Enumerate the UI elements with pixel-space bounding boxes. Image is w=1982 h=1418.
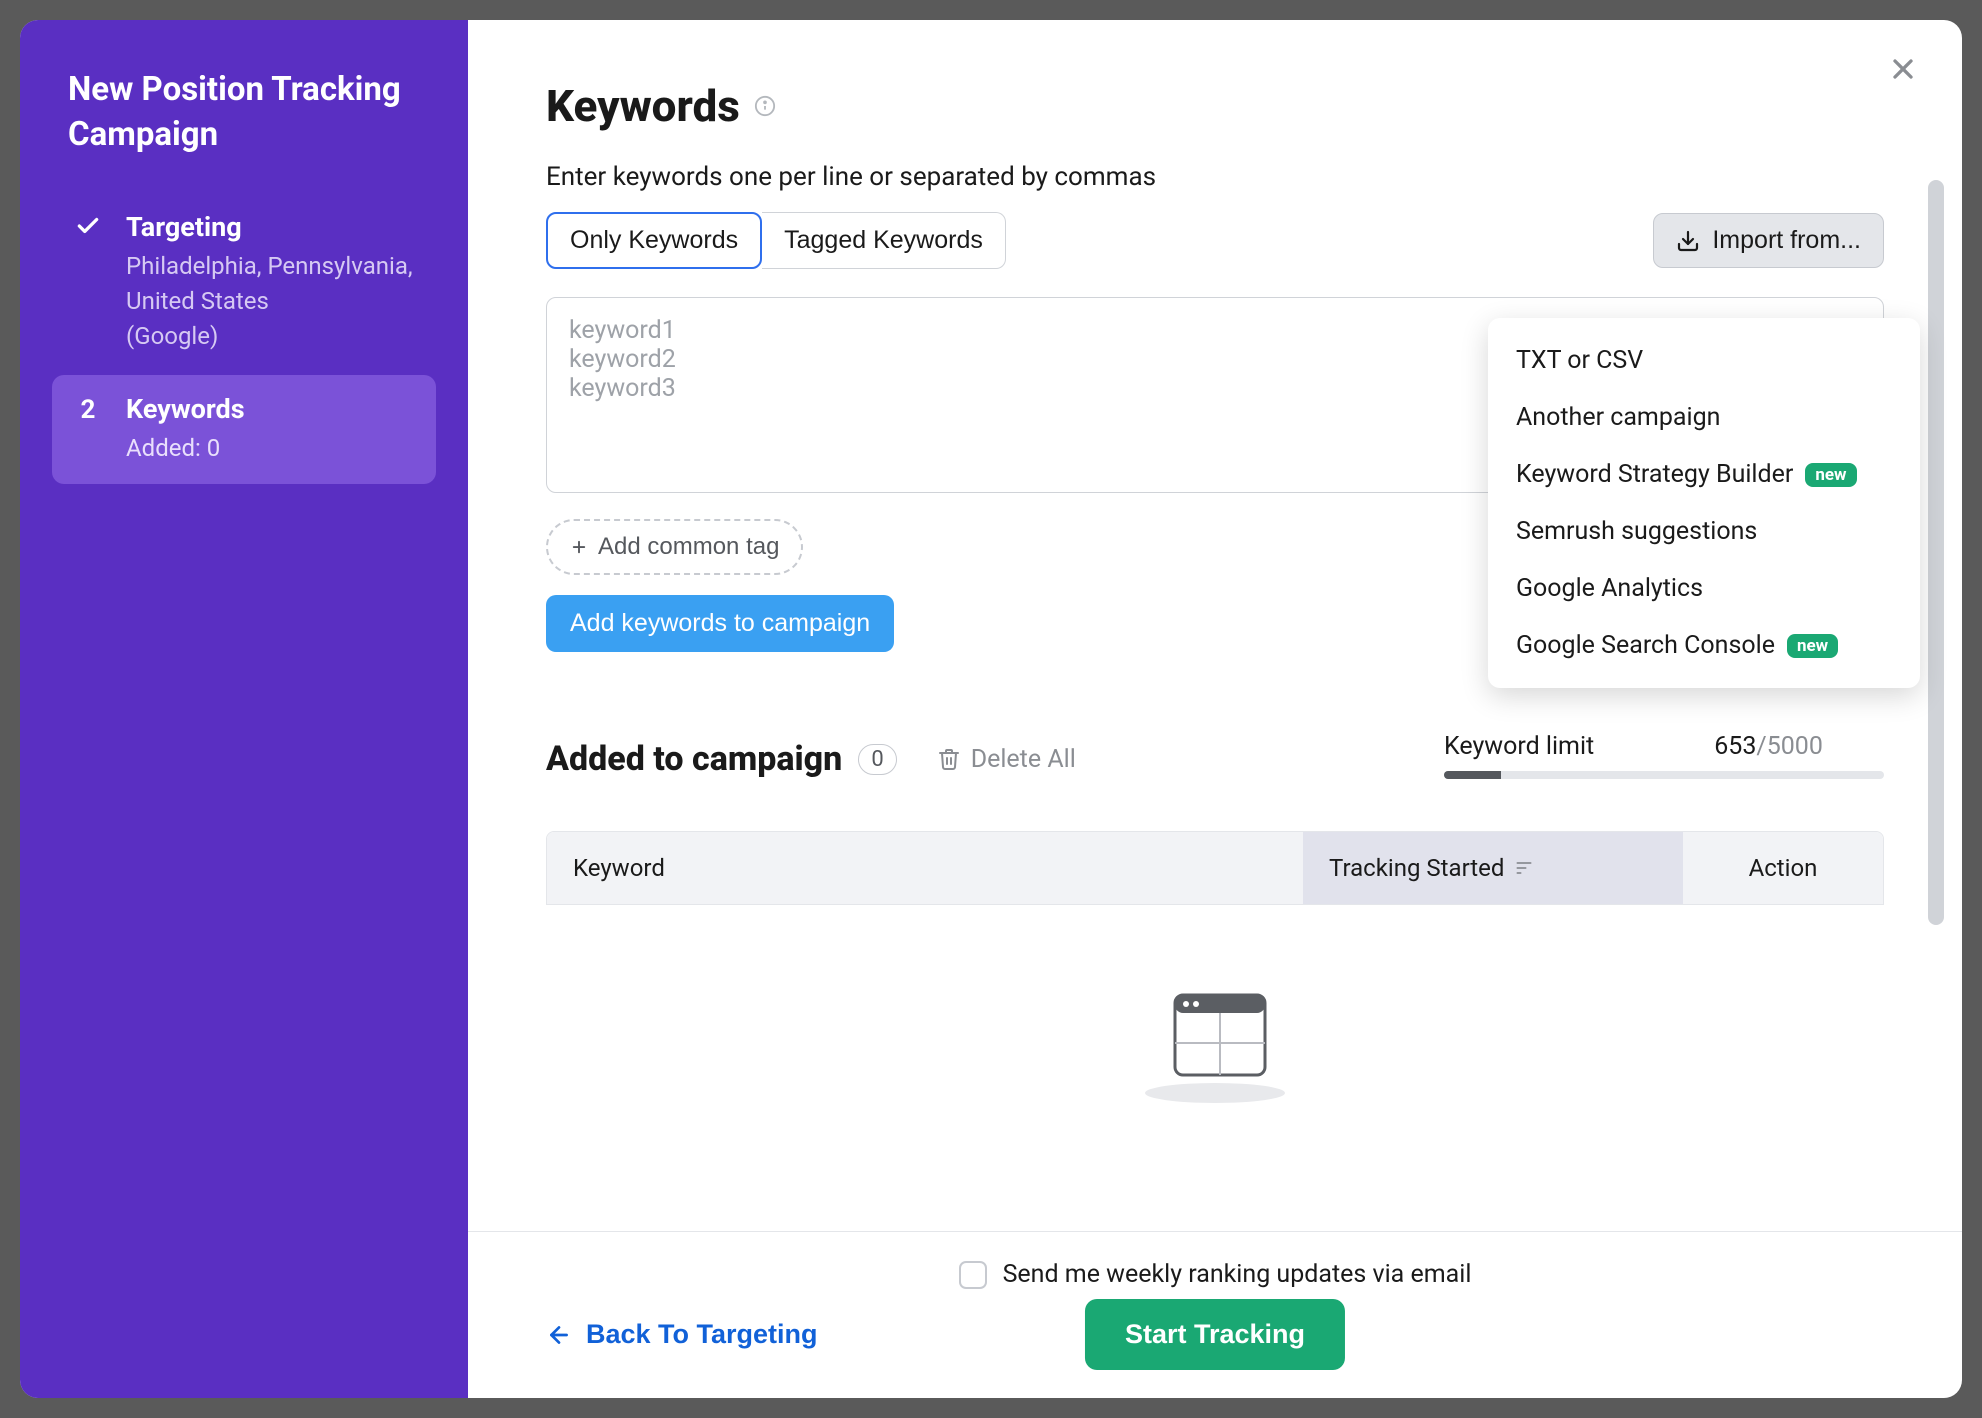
import-strategy-builder[interactable]: Keyword Strategy Builder new (1488, 446, 1920, 503)
import-semrush[interactable]: Semrush suggestions (1488, 503, 1920, 560)
import-dropdown: TXT or CSV Another campaign Keyword Stra… (1488, 318, 1920, 688)
page-title-text: Keywords (546, 80, 740, 132)
footer: Send me weekly ranking updates via email… (468, 1231, 1962, 1398)
step-targeting-location: Philadelphia, Pennsylvania, United State… (126, 249, 416, 319)
delete-all-label: Delete All (971, 745, 1076, 774)
import-label: Import from... (1712, 226, 1861, 255)
page-title: Keywords (546, 80, 1884, 132)
download-icon (1676, 229, 1700, 253)
added-section-title: Added to campaign (546, 739, 842, 779)
add-common-tag-button[interactable]: Add common tag (546, 519, 803, 575)
step-number: 2 (72, 395, 104, 425)
keyword-mode-toggle: Only Keywords Tagged Keywords (546, 212, 1006, 269)
arrow-left-icon (546, 1322, 572, 1348)
col-tracking-started[interactable]: Tracking Started (1303, 832, 1683, 904)
import-from-button[interactable]: Import from... (1653, 213, 1884, 268)
weekly-email-label: Send me weekly ranking updates via email (1003, 1260, 1472, 1289)
step-keywords-label: Keywords (126, 393, 416, 425)
step-keywords-added: Added: 0 (126, 431, 416, 466)
table-header: Keyword Tracking Started Action (547, 832, 1883, 904)
delete-all-button[interactable]: Delete All (937, 745, 1076, 774)
scrollbar[interactable] (1928, 180, 1944, 940)
keywords-table: Keyword Tracking Started Action (546, 831, 1884, 905)
campaign-modal: New Position Tracking Campaign Targeting… (20, 20, 1962, 1398)
added-count: 0 (858, 744, 896, 775)
trash-icon (937, 747, 961, 771)
info-icon[interactable] (754, 95, 776, 117)
sort-icon (1514, 858, 1534, 878)
subtitle: Enter keywords one per line or separated… (546, 162, 1884, 192)
wizard-sidebar: New Position Tracking Campaign Targeting… (20, 20, 468, 1398)
col-keyword[interactable]: Keyword (547, 832, 1303, 904)
import-google-analytics[interactable]: Google Analytics (1488, 560, 1920, 617)
new-badge: new (1805, 463, 1856, 487)
sidebar-title: New Position Tracking Campaign (52, 68, 436, 157)
main-panel: Keywords Enter keywords one per line or … (468, 20, 1962, 1398)
tab-tagged-keywords[interactable]: Tagged Keywords (762, 212, 1006, 269)
weekly-email-checkbox[interactable] (959, 1261, 987, 1289)
limit-used: 653 (1714, 732, 1756, 761)
add-keywords-button[interactable]: Add keywords to campaign (546, 595, 894, 652)
step-targeting-engine: (Google) (126, 319, 416, 354)
add-tag-label: Add common tag (598, 533, 779, 561)
col-action: Action (1683, 832, 1883, 904)
new-badge: new (1787, 634, 1838, 658)
back-to-targeting-button[interactable]: Back To Targeting (546, 1319, 818, 1350)
empty-state-illustration (546, 975, 1884, 1105)
start-tracking-button[interactable]: Start Tracking (1085, 1299, 1345, 1370)
scrollbar-thumb[interactable] (1928, 180, 1944, 925)
limit-label: Keyword limit (1444, 732, 1594, 761)
keyword-limit: Keyword limit 653/5000 (1444, 732, 1884, 779)
tab-only-keywords[interactable]: Only Keywords (546, 212, 762, 269)
check-icon (72, 213, 104, 239)
limit-total: /5000 (1756, 732, 1823, 761)
import-google-search-console[interactable]: Google Search Console new (1488, 617, 1920, 674)
plus-icon (570, 538, 588, 556)
back-label: Back To Targeting (586, 1319, 818, 1350)
import-txt-csv[interactable]: TXT or CSV (1488, 332, 1920, 389)
step-keywords[interactable]: 2 Keywords Added: 0 (52, 375, 436, 484)
import-another-campaign[interactable]: Another campaign (1488, 389, 1920, 446)
step-targeting[interactable]: Targeting Philadelphia, Pennsylvania, Un… (52, 193, 436, 371)
step-targeting-label: Targeting (126, 211, 416, 243)
limit-progress (1444, 771, 1884, 779)
